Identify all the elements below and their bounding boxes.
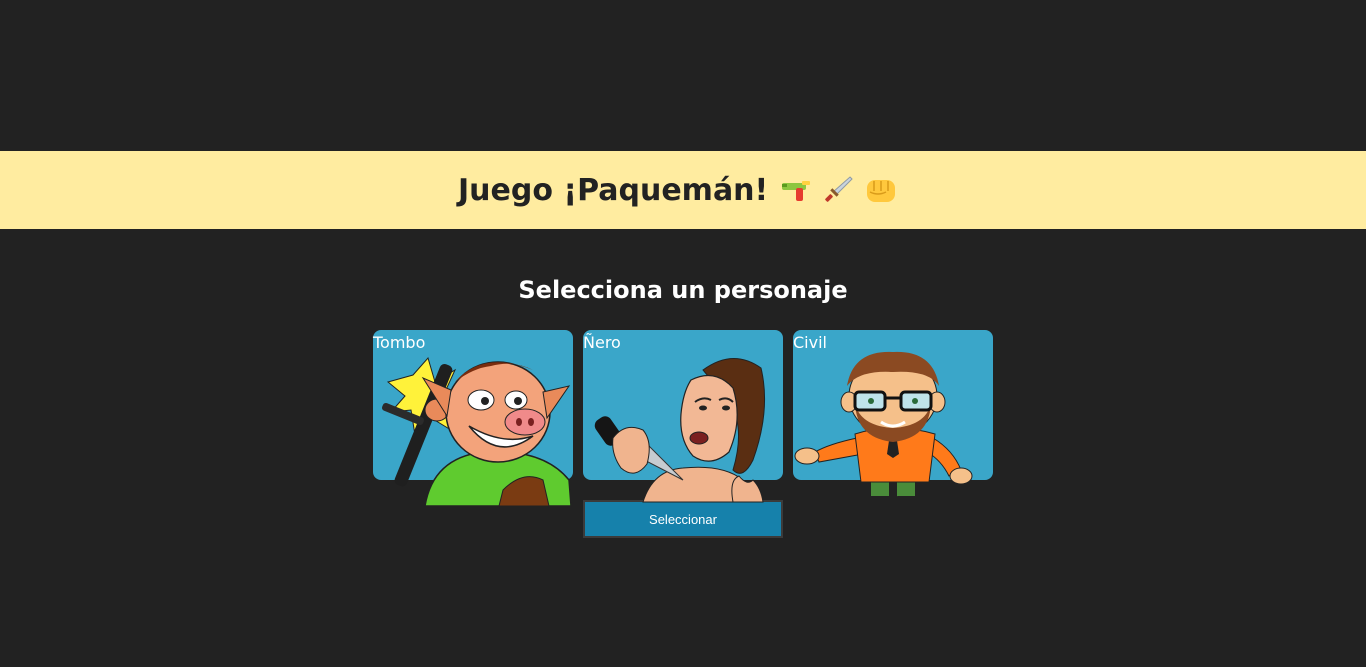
title-icons [780,174,898,206]
man-with-knife-illustration [594,358,766,503]
character-label-tombo: Tombo [373,333,426,352]
character-card-civil[interactable]: Civil [793,330,993,502]
select-character-heading: Selecciona un personaje [518,276,848,304]
page-title-text: Juego ¡Paquemán! [458,172,769,208]
character-card-nero[interactable]: Ñero [583,330,783,503]
page-title: Juego ¡Paquemán! [458,168,898,212]
bearded-man-illustration [794,351,973,502]
fist-icon [864,174,898,206]
character-label-civil: Civil [793,333,827,352]
character-card-tombo[interactable]: Tombo [373,330,573,507]
character-label-nero: Ñero [583,333,621,352]
select-button[interactable]: Seleccionar [583,500,783,538]
dagger-icon [822,174,854,206]
pig-policeman-illustration [382,356,572,507]
water-pistol-icon [780,177,812,203]
